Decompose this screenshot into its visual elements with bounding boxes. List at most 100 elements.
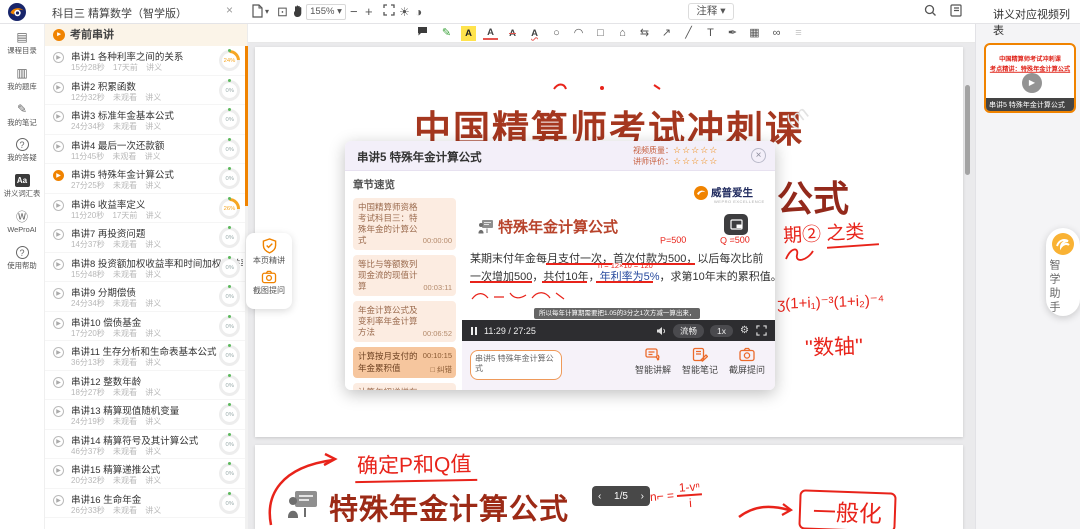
thumbnail-play-icon[interactable]: ▶ <box>1022 73 1042 93</box>
play-circle-icon[interactable]: ▶ <box>53 229 64 240</box>
handout-link[interactable]: 讲义 <box>146 63 162 72</box>
play-circle-icon[interactable]: ▶ <box>53 52 64 63</box>
chapter-item[interactable]: 计算年初递增存款的年利率 00:14:19 <box>353 383 456 390</box>
chapter-item[interactable]: 计算按月支付的年金累积值 00:10:15 □ 纠错 <box>353 347 456 377</box>
handout-link[interactable]: 讲义 <box>145 240 161 249</box>
play-circle-icon[interactable]: ▶ <box>53 259 64 270</box>
handout-link[interactable]: 讲义 <box>145 270 161 279</box>
course-list-item[interactable]: ▶ 串讲6 收益率定义 11分20秒 17天前 讲义 26% <box>45 194 247 224</box>
handout-link[interactable]: 讲义 <box>145 476 161 485</box>
image-tool-icon[interactable]: ▦ <box>747 26 762 41</box>
screenshot-ask-button[interactable]: 截图提问 <box>246 270 292 296</box>
handout-link[interactable]: 讲义 <box>145 506 161 515</box>
comment-tool-icon[interactable] <box>417 26 432 41</box>
course-list-item[interactable]: ▶ 串讲12 整数年龄 18分27秒 未观看 讲义 0% <box>45 371 247 401</box>
play-circle-icon[interactable]: ▶ <box>53 495 64 506</box>
squiggly-tool-icon[interactable]: A <box>527 26 542 41</box>
ai-notes-button[interactable]: 智能笔记 <box>682 347 718 376</box>
play-circle-icon[interactable]: ▶ <box>53 377 64 388</box>
rail-item-help[interactable]: ?使用帮助 <box>0 246 44 276</box>
page-thumbnails-icon[interactable] <box>252 4 263 18</box>
picture-in-picture-icon[interactable] <box>724 214 748 235</box>
quality-button[interactable]: 流畅 <box>673 324 704 338</box>
handout-link[interactable]: 讲义 <box>145 122 161 131</box>
settings-gear-icon[interactable]: ⚙ <box>740 325 749 336</box>
line-tool-icon[interactable]: ╱ <box>681 26 696 41</box>
video-thumbnail-card[interactable]: 中国精算师考试冲刺课 考点精讲：特殊年金计算公式 ▶ 串讲5 特殊年金计算公式 <box>984 43 1076 113</box>
play-circle-icon[interactable]: ▶ <box>53 141 64 152</box>
strikethrough-tool-icon[interactable]: A <box>505 26 520 41</box>
page-lecture-button[interactable]: 本页精讲 <box>246 238 292 266</box>
course-list-item[interactable]: ▶ 串讲9 分期偿债 24分34秒 未观看 讲义 0% <box>45 282 247 312</box>
chapter-item[interactable]: 等比与等额数列现金流的现值计算 00:03:11 <box>353 255 456 296</box>
play-circle-icon[interactable]: ▶ <box>53 170 64 181</box>
more-tools-icon[interactable]: ≡ <box>791 26 806 41</box>
dark-mode-icon[interactable]: ◑ <box>415 4 422 20</box>
annotate-button[interactable]: 注释 ▾ <box>688 3 734 20</box>
page-thumbnails-caret-icon[interactable]: ▾ <box>265 4 269 20</box>
popup-close-icon[interactable]: × <box>751 148 766 163</box>
course-list-item[interactable]: ▶ 串讲11 生存分析和生命表基本公式 36分13秒 未观看 讲义 0% <box>45 341 247 371</box>
zoom-level-select[interactable]: 155% ▾ <box>306 4 346 20</box>
hand-tool-icon[interactable] <box>292 4 304 18</box>
chapter-item[interactable]: 中国精算师资格考试科目三：特殊年金的计算公式 00:00:00 <box>353 198 456 250</box>
course-list-item[interactable]: ▶ 串讲13 精算现值随机变量 24分19秒 未观看 讲义 0% <box>45 400 247 430</box>
play-circle-icon[interactable]: ▶ <box>53 436 64 447</box>
zoom-out-icon[interactable]: − <box>350 4 358 20</box>
pager-next-icon[interactable]: › <box>641 491 644 502</box>
course-list-item[interactable]: ▶ 串讲16 生命年金 26分33秒 未观看 讲义 0% <box>45 489 247 519</box>
play-circle-icon[interactable]: ▶ <box>53 82 64 93</box>
volume-icon[interactable] <box>656 326 667 336</box>
rail-item-my-qa[interactable]: ?我的答疑 <box>0 138 44 168</box>
course-list-item[interactable]: ▶ 串讲2 积累函数 12分32秒 未观看 讲义 0% <box>45 76 247 106</box>
highlight-tool-icon[interactable]: A <box>461 26 476 41</box>
play-circle-icon[interactable]: ▶ <box>53 111 64 122</box>
play-circle-icon[interactable]: ▶ <box>53 318 64 329</box>
text-tool-icon[interactable]: T <box>703 26 718 41</box>
play-pause-button[interactable] <box>471 327 478 335</box>
rail-item-course-catalog[interactable]: ▤课程目录 <box>0 30 44 60</box>
handout-link[interactable]: 讲义 <box>145 181 161 190</box>
play-circle-icon[interactable]: ▶ <box>53 406 64 417</box>
two-way-arrow-tool-icon[interactable]: ⇆ <box>637 26 652 41</box>
handout-link[interactable]: 讲义 <box>145 299 161 308</box>
sidebar-section-header[interactable]: ▸ 考前串讲 <box>45 24 247 46</box>
rail-item-weproai[interactable]: ⓌWeProAI <box>0 210 44 240</box>
quality-stars[interactable]: ☆☆☆☆☆ <box>673 145 718 155</box>
pen-tool-icon[interactable]: ✎ <box>439 26 454 41</box>
teacher-stars[interactable]: ☆☆☆☆☆ <box>673 156 718 166</box>
document-scrollbar-thumb[interactable] <box>965 85 970 175</box>
link-tool-icon[interactable]: ∞ <box>769 26 784 41</box>
arrow-tool-icon[interactable]: ↗ <box>659 26 674 41</box>
course-list-item[interactable]: ▶ 串讲5 特殊年金计算公式 27分25秒 未观看 讲义 0% <box>45 164 247 194</box>
video-frame[interactable]: 威普爱生 WEPRO EXCELLENCE 特殊年金计算公式 P=500 Q =… <box>462 171 775 320</box>
handout-link[interactable]: 讲义 <box>145 358 161 367</box>
brightness-icon[interactable]: ☀ <box>399 4 410 20</box>
video-fullscreen-icon[interactable] <box>756 325 767 336</box>
handout-link[interactable]: 讲义 <box>145 329 161 338</box>
pager-prev-icon[interactable]: ‹ <box>598 491 601 502</box>
course-list-item[interactable]: ▶ 串讲1 各种利率之间的关系 15分28秒 17天前 讲义 24% <box>45 46 247 76</box>
chapter-report-error-link[interactable]: □ 纠错 <box>430 365 452 375</box>
arc-tool-icon[interactable]: ◠ <box>571 26 586 41</box>
popup-header[interactable]: 串讲5 特殊年金计算公式 视频质量：☆☆☆☆☆ 讲师评价：☆☆☆☆☆ × <box>345 141 775 171</box>
underline-tool-icon[interactable]: A <box>483 27 498 40</box>
ai-explain-button[interactable]: 智能讲解 <box>635 347 671 376</box>
course-list-item[interactable]: ▶ 串讲14 精算符号及其计算公式 46分37秒 未观看 讲义 0% <box>45 430 247 460</box>
handout-link[interactable]: 讲义 <box>145 417 161 426</box>
rail-item-question-bank[interactable]: ▥我的题库 <box>0 66 44 96</box>
caption-input[interactable]: 串讲5 特殊年金计算公式 <box>470 350 562 380</box>
smart-assistant-button[interactable]: 智学助手 <box>1046 228 1080 316</box>
rail-item-my-notes[interactable]: ✎我的笔记 <box>0 102 44 132</box>
rectangle-tool-icon[interactable]: □ <box>593 26 608 41</box>
course-list-item[interactable]: ▶ 串讲15 精算递推公式 20分32秒 未观看 讲义 0% <box>45 459 247 489</box>
chapter-item[interactable]: 年金计算公式及变利率年金计算方法 00:06:52 <box>353 301 456 342</box>
search-icon[interactable] <box>924 4 937 17</box>
ellipse-tool-icon[interactable]: ○ <box>549 26 564 41</box>
course-list-item[interactable]: ▶ 串讲3 标准年金基本公式 24分34秒 未观看 讲义 0% <box>45 105 247 135</box>
course-list-item[interactable]: ▶ 串讲4 最后一次还款额 11分45秒 未观看 讲义 0% <box>45 135 247 165</box>
fit-page-icon[interactable]: ⊡ <box>277 4 288 20</box>
sidebar-scrollbar-thumb[interactable] <box>245 46 248 206</box>
tab-close-icon[interactable]: × <box>226 3 233 17</box>
speed-button[interactable]: 1x <box>710 325 733 337</box>
